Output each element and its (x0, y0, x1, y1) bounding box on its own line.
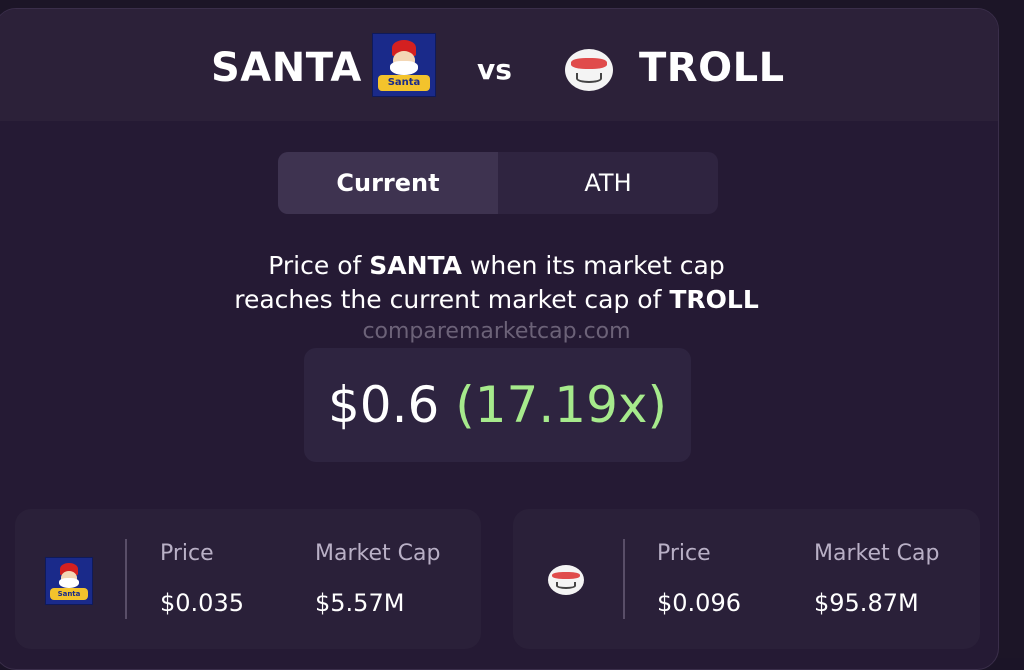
market-cap-value: $95.87M (814, 589, 919, 617)
price-label: Price (160, 541, 214, 566)
santa-logo-label: Santa (377, 74, 431, 92)
comparison-description: Price of SANTA when its market cap reach… (0, 249, 998, 317)
troll-face-icon (565, 49, 613, 91)
price-label: Price (657, 541, 711, 566)
tab-current[interactable]: Current (278, 152, 498, 214)
troll-face-icon (548, 565, 584, 595)
stats-divider (125, 539, 127, 619)
stats-divider (623, 539, 625, 619)
price-value: $0.096 (657, 589, 741, 617)
page-background: SANTA Santa vs TROLL Current ATH Price o… (0, 0, 1024, 670)
desc-line2-prefix: reaches the current market cap of (234, 285, 670, 314)
comparison-card: SANTA Santa vs TROLL Current ATH Price o… (0, 8, 999, 670)
market-cap-label: Market Cap (315, 541, 441, 566)
projected-price-box: $0.6 (17.19x) (304, 348, 691, 462)
site-watermark: comparemarketcap.com (362, 319, 631, 344)
market-cap-value: $5.57M (315, 589, 405, 617)
desc-middle: when its market cap (462, 251, 725, 280)
tab-ath[interactable]: ATH (498, 152, 718, 214)
desc-coin-a: SANTA (369, 251, 462, 280)
coin-b-title: TROLL (639, 45, 785, 91)
market-cap-label: Market Cap (814, 541, 940, 566)
mode-toggle: Current ATH (278, 152, 718, 214)
comparison-header: SANTA Santa vs TROLL (0, 9, 998, 121)
santa-logo-label: Santa (49, 588, 89, 601)
coin-a-stats-card: Santa Price $0.035 Market Cap $5.57M (15, 509, 481, 649)
coin-a-title: SANTA (211, 45, 362, 91)
projected-price: $0.6 (328, 376, 440, 434)
desc-prefix: Price of (268, 251, 370, 280)
santa-logo-icon: Santa (45, 557, 93, 605)
vs-label: vs (477, 53, 512, 86)
price-multiplier: (17.19x) (455, 376, 667, 434)
coin-b-stats-card: Price $0.096 Market Cap $95.87M (513, 509, 980, 649)
price-value: $0.035 (160, 589, 244, 617)
santa-logo-icon: Santa (372, 33, 436, 97)
desc-coin-b: TROLL (669, 285, 759, 314)
